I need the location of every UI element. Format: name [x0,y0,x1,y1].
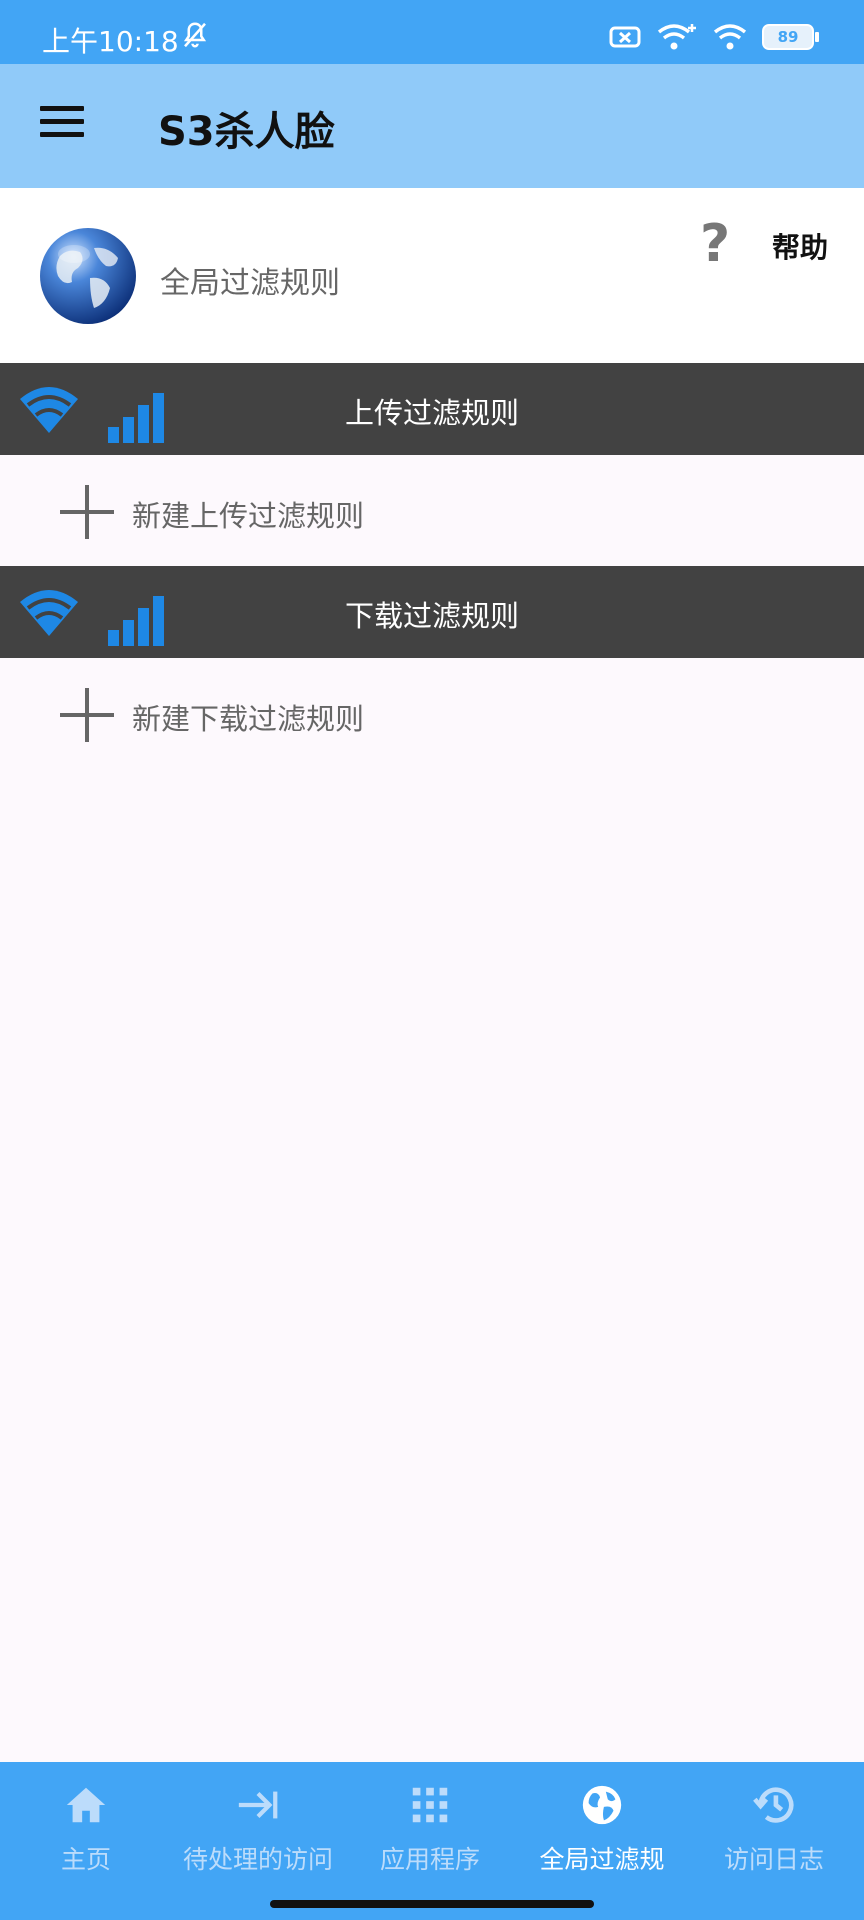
hamburger-menu-icon[interactable] [40,106,84,144]
status-bar: 上午10:18 89 [0,0,864,64]
nav-item-global-filter[interactable]: 全局过滤规 [516,1762,688,1890]
global-rules-label: 全局过滤规则 [160,266,340,301]
upload-rules-section-header: 上传过滤规则 [0,363,864,455]
global-rules-header: 全局过滤规则 ? 帮助 [0,188,864,363]
battery-icon: 89 [762,24,819,50]
app-bar: S3杀人脸 [0,64,864,188]
plus-icon [60,688,114,742]
apps-grid-icon [412,1787,448,1823]
wifi-icon [713,24,747,50]
nav-item-home[interactable]: 主页 [0,1762,172,1890]
help-label: 帮助 [772,231,829,264]
wifi-plus-icon [657,24,696,50]
arrow-to-bar-icon [238,1791,278,1819]
nav-item-apps[interactable]: 应用程序 [344,1762,516,1890]
history-icon [753,1787,794,1823]
app-title: S3杀人脸 [158,109,335,155]
bottom-navigation: 主页 待处理的访问 应用程序 全局过滤规 访问日志 [0,1762,864,1920]
download-rules-section-header: 下载过滤规则 [0,566,864,658]
help-button[interactable]: ? 帮助 [700,214,850,274]
nav-item-access-log[interactable]: 访问日志 [688,1762,860,1890]
nav-label-apps: 应用程序 [379,1845,480,1874]
add-download-rule-button[interactable]: 新建下载过滤规则 [0,658,864,768]
sim-off-icon [609,26,641,48]
upload-rules-title: 上传过滤规则 [344,396,519,430]
globe-icon [582,1785,622,1825]
nav-item-pending-access[interactable]: 待处理的访问 [172,1762,344,1890]
nav-label-home: 主页 [60,1845,111,1874]
nav-label-access-log: 访问日志 [723,1845,824,1874]
nav-label-global-filter: 全局过滤规 [539,1845,665,1874]
nav-label-pending-access: 待处理的访问 [182,1845,333,1874]
status-icons: 89 [608,22,819,52]
add-upload-rule-button[interactable]: 新建上传过滤规则 [0,455,864,565]
question-mark-icon: ? [700,214,731,274]
download-rules-title: 下载过滤规则 [344,599,519,633]
bell-off-icon [183,22,207,48]
add-download-rule-label: 新建下载过滤规则 [132,702,365,736]
add-upload-rule-label: 新建上传过滤规则 [132,499,365,533]
status-time: 上午10:18 [42,25,179,58]
home-indicator[interactable] [270,1900,594,1908]
globe-icon [40,228,136,324]
home-icon [66,1787,106,1823]
battery-level: 89 [777,28,799,46]
plus-icon [60,485,114,539]
